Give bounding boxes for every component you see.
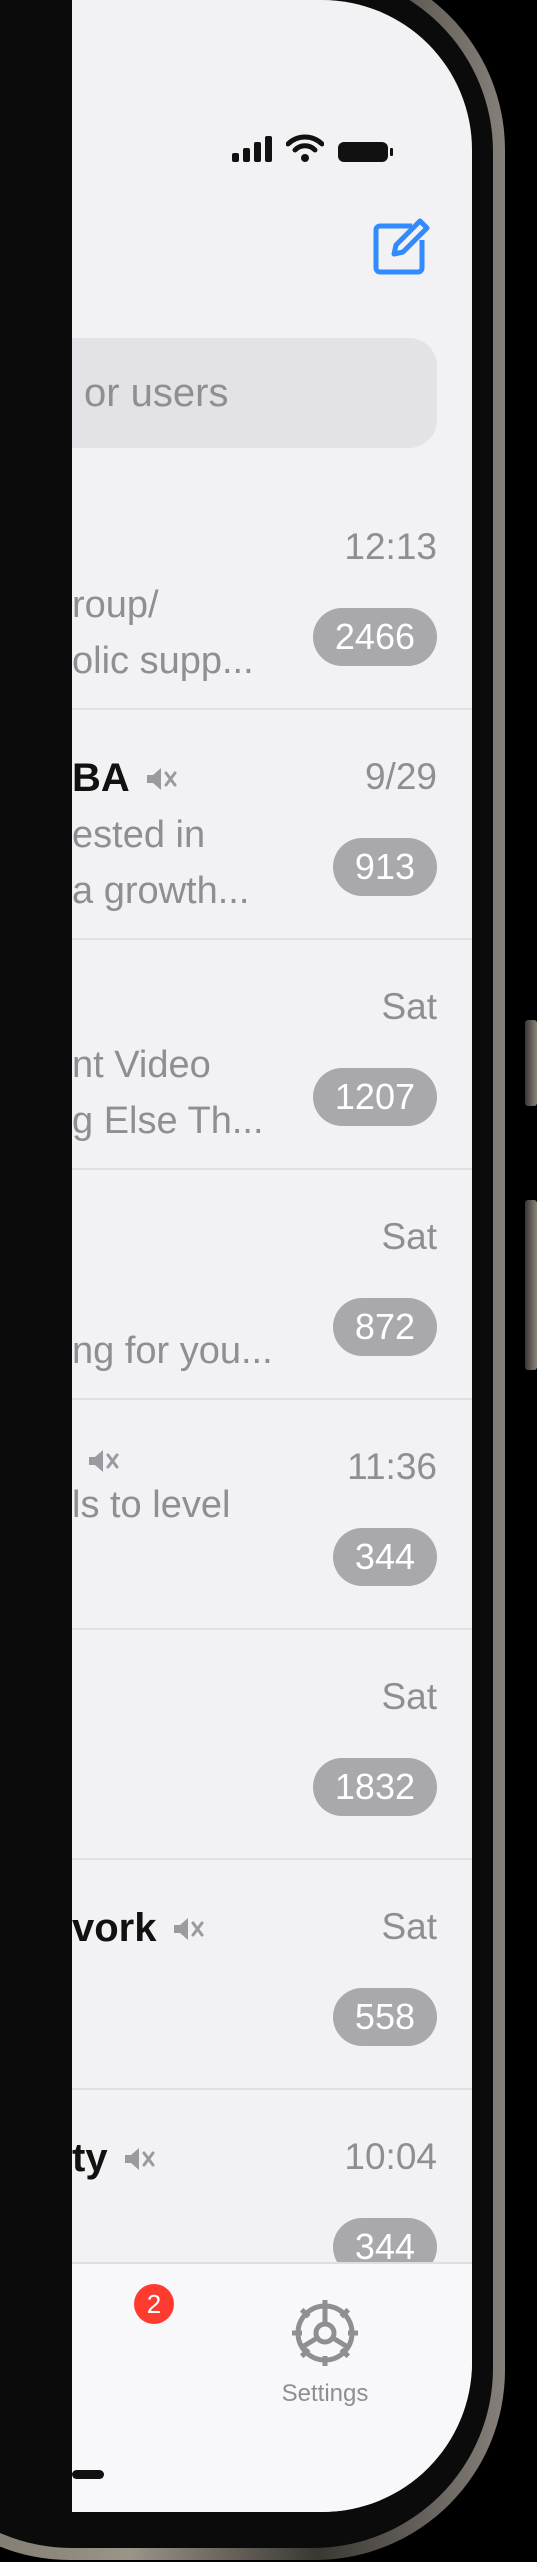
chat-preview-line1: roup/ [72,584,159,626]
chat-time: Sat [381,1906,437,1947]
chat-name: BA [72,756,178,801]
chat-name: vork [72,1906,205,1951]
chat-time: 9/29 [364,756,437,797]
chat-preview-line1: ls to level [72,1484,231,1526]
chat-time: 12:13 [344,526,437,567]
tab-bar: 2 Settings [72,2262,472,2512]
chat-name-text: ty [72,2136,108,2180]
tab-settings[interactable]: Settings [250,2294,400,2434]
chat-time: 10:04 [344,2136,437,2177]
action-button [525,1020,537,1106]
unread-badge: 1207 [312,1068,437,1126]
chat-preview-line1: ested in [72,814,206,856]
chat-name-text: BA [72,756,130,800]
chat-time: Sat [381,1676,437,1717]
search-input[interactable] [82,369,416,417]
chat-name-text: vork [72,1906,157,1950]
chat-row[interactable]: Sat 1832 [72,1630,472,1860]
unread-badge: 913 [332,838,437,896]
chat-preview-line2: g Else Th... [72,1100,264,1142]
chat-preview-line2: olic supp... [72,640,254,682]
status-bar [232,128,393,162]
chat-time: Sat [381,986,437,1027]
unread-badge: 1832 [312,1758,437,1816]
unread-badge: 872 [332,1298,437,1356]
chat-row[interactable]: 12:13 roup/ olic supp... 2466 [72,480,472,710]
home-indicator [72,2470,104,2479]
compose-icon[interactable] [370,218,430,278]
cellular-signal-icon [232,136,272,162]
chat-time: 11:36 [347,1446,437,1487]
chat-preview-line2: a growth... [72,870,250,912]
unread-badge: 344 [332,1528,437,1586]
phone-screen: 12:13 roup/ olic supp... 2466 BA 9/29 es… [72,0,472,2512]
chat-row[interactable]: Sat ng for you... 872 [72,1170,472,1400]
chat-name: ty [72,2136,156,2181]
chat-time: Sat [381,1216,437,1257]
unread-badge: 558 [332,1988,437,2046]
chat-row[interactable]: Sat nt Video g Else Th... 1207 [72,940,472,1170]
chat-name [72,1446,120,1476]
chat-list: 12:13 roup/ olic supp... 2466 BA 9/29 es… [72,480,472,2320]
unread-badge: 2466 [312,608,437,666]
gear-icon [292,2300,358,2366]
mute-icon [124,2147,155,2170]
chat-row[interactable]: 11:36 ls to level 344 [72,1400,472,1630]
battery-icon [338,142,393,162]
mute-icon [89,1450,119,1472]
chats-tab-badge: 2 [134,2284,174,2324]
chat-preview-line1: nt Video [72,1044,211,1086]
mute-icon [146,767,177,790]
device-mockup: 12:13 roup/ olic supp... 2466 BA 9/29 es… [0,0,537,2562]
search-bar[interactable] [72,338,437,448]
chat-preview-line2: ng for you... [72,1330,273,1372]
mute-icon [173,1917,203,1940]
chat-row[interactable]: vork Sat 558 [72,1860,472,2090]
volume-button [525,1200,537,1370]
chat-row[interactable]: BA 9/29 ested in a growth... 913 [72,710,472,940]
settings-tab-label: Settings [281,2380,369,2407]
wifi-icon [286,134,324,162]
